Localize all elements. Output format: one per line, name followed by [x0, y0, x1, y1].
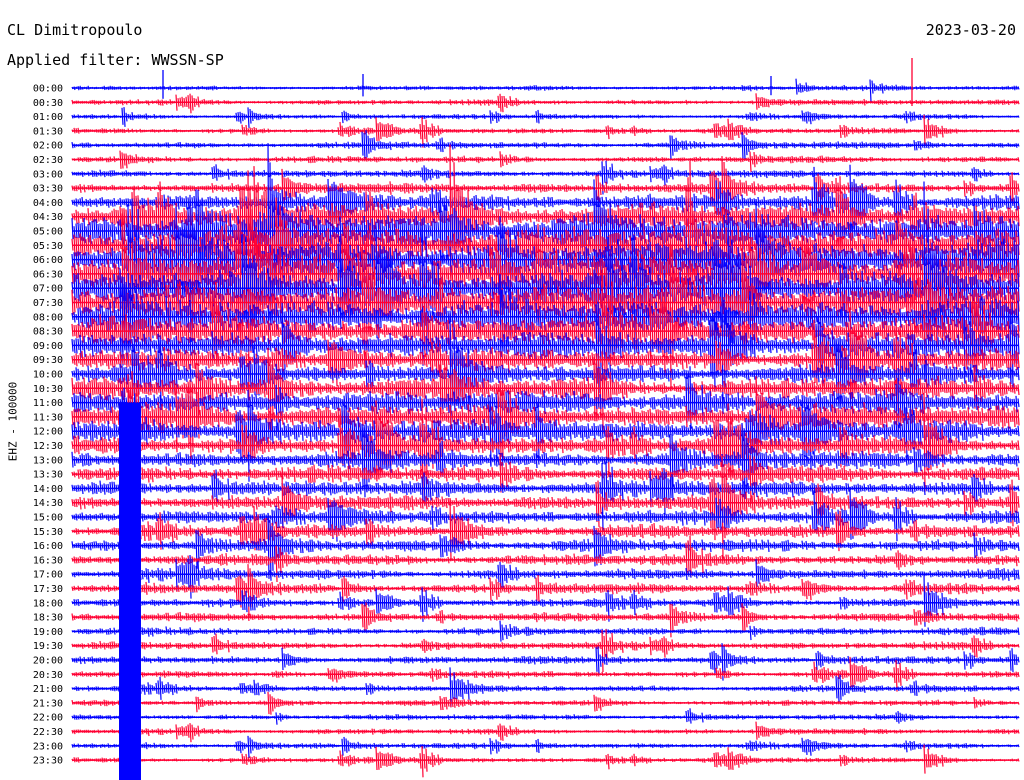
- row-time-label: 22:30: [33, 727, 63, 738]
- row-time-label: 12:30: [33, 441, 63, 452]
- row-time-label: 01:00: [33, 112, 63, 123]
- row-time-label: 17:00: [33, 570, 63, 581]
- row-time-label: 05:00: [33, 227, 63, 238]
- row-label-layer: 00:00 00:30 01:00 01:30 02:00 02:30 03:00 03:30…: [33, 84, 63, 767]
- row-time-label: 21:00: [33, 684, 63, 695]
- row-time-label: 23:00: [33, 741, 63, 752]
- y-axis-label: EHZ - 100000: [6, 381, 20, 462]
- row-time-label: 22:00: [33, 713, 63, 724]
- row-time-label: 18:00: [33, 598, 63, 609]
- row-time-label: 14:00: [33, 484, 63, 495]
- row-time-label: 16:30: [33, 555, 63, 566]
- row-time-label: 08:00: [33, 312, 63, 323]
- row-time-label: 12:00: [33, 427, 63, 438]
- row-time-label: 05:30: [33, 241, 63, 252]
- row-time-label: 19:00: [33, 627, 63, 638]
- seismic-trace: [71, 721, 1020, 747]
- row-time-label: 02:30: [33, 155, 63, 166]
- seismic-trace: [71, 107, 1020, 128]
- row-time-label: 16:00: [33, 541, 63, 552]
- row-time-label: 11:30: [33, 412, 63, 423]
- row-time-label: 00:30: [33, 98, 63, 109]
- row-time-label: 21:30: [33, 698, 63, 709]
- seismic-trace: [71, 735, 1020, 758]
- row-time-label: 13:30: [33, 470, 63, 481]
- row-time-label: 11:00: [33, 398, 63, 409]
- row-time-label: 00:00: [33, 84, 63, 95]
- row-time-label: 03:00: [33, 169, 63, 180]
- row-time-label: 08:30: [33, 327, 63, 338]
- row-time-label: 23:30: [33, 756, 63, 767]
- row-time-label: 09:00: [33, 341, 63, 352]
- seismic-trace: [71, 93, 1020, 114]
- seismic-trace: [71, 512, 1020, 581]
- row-time-label: 10:30: [33, 384, 63, 395]
- row-time-label: 15:30: [33, 527, 63, 538]
- seismic-trace: [71, 744, 1020, 778]
- row-time-label: 06:00: [33, 255, 63, 266]
- row-time-label: 02:00: [33, 141, 63, 152]
- row-time-label: 04:30: [33, 212, 63, 223]
- row-time-label: 19:30: [33, 641, 63, 652]
- row-time-label: 07:30: [33, 298, 63, 309]
- row-time-label: 01:30: [33, 126, 63, 137]
- row-time-label: 10:00: [33, 370, 63, 381]
- row-time-label: 13:00: [33, 455, 63, 466]
- helicorder-plot: 00:00 00:30 01:00 01:30 02:00 02:30 03:00 03:30…: [33, 58, 1020, 780]
- row-time-label: 15:00: [33, 513, 63, 524]
- seismic-trace: [71, 629, 1020, 673]
- row-time-label: 17:30: [33, 584, 63, 595]
- row-time-label: 14:30: [33, 498, 63, 509]
- row-time-label: 20:00: [33, 656, 63, 667]
- helicorder-page: { "header": { "station": "CL Dimitropoul…: [0, 0, 1024, 780]
- row-time-label: 06:30: [33, 269, 63, 280]
- trace-layer: [71, 58, 1020, 780]
- row-time-label: 04:00: [33, 198, 63, 209]
- saturated-event: [119, 402, 141, 780]
- row-time-label: 18:30: [33, 613, 63, 624]
- seismic-trace: [71, 78, 1020, 102]
- row-time-label: 09:30: [33, 355, 63, 366]
- row-time-label: 07:00: [33, 284, 63, 295]
- row-time-label: 20:30: [33, 670, 63, 681]
- row-time-label: 03:30: [33, 184, 63, 195]
